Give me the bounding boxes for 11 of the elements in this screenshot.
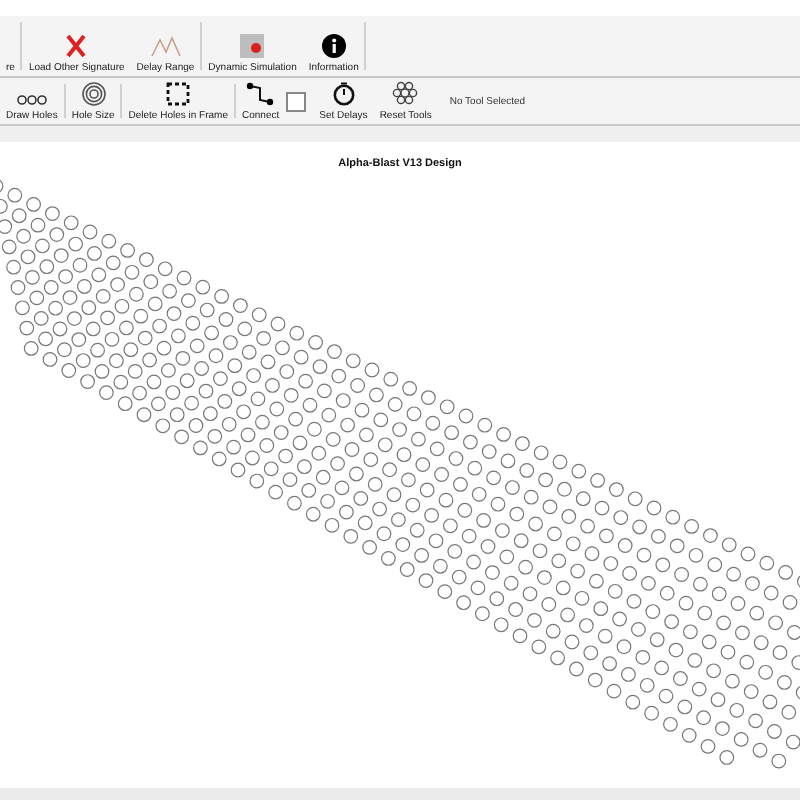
checkbox[interactable] xyxy=(285,92,306,112)
gear-icon xyxy=(392,80,419,106)
chart-icon xyxy=(149,34,182,58)
timer-icon xyxy=(331,82,356,106)
three-circles-icon xyxy=(15,94,48,106)
concentric-circles-icon xyxy=(81,82,106,106)
dashed-frame-icon xyxy=(166,82,191,106)
simulation-icon xyxy=(240,34,265,58)
cross-icon xyxy=(66,34,87,58)
connect-icon xyxy=(246,82,275,106)
info-icon xyxy=(321,34,346,58)
